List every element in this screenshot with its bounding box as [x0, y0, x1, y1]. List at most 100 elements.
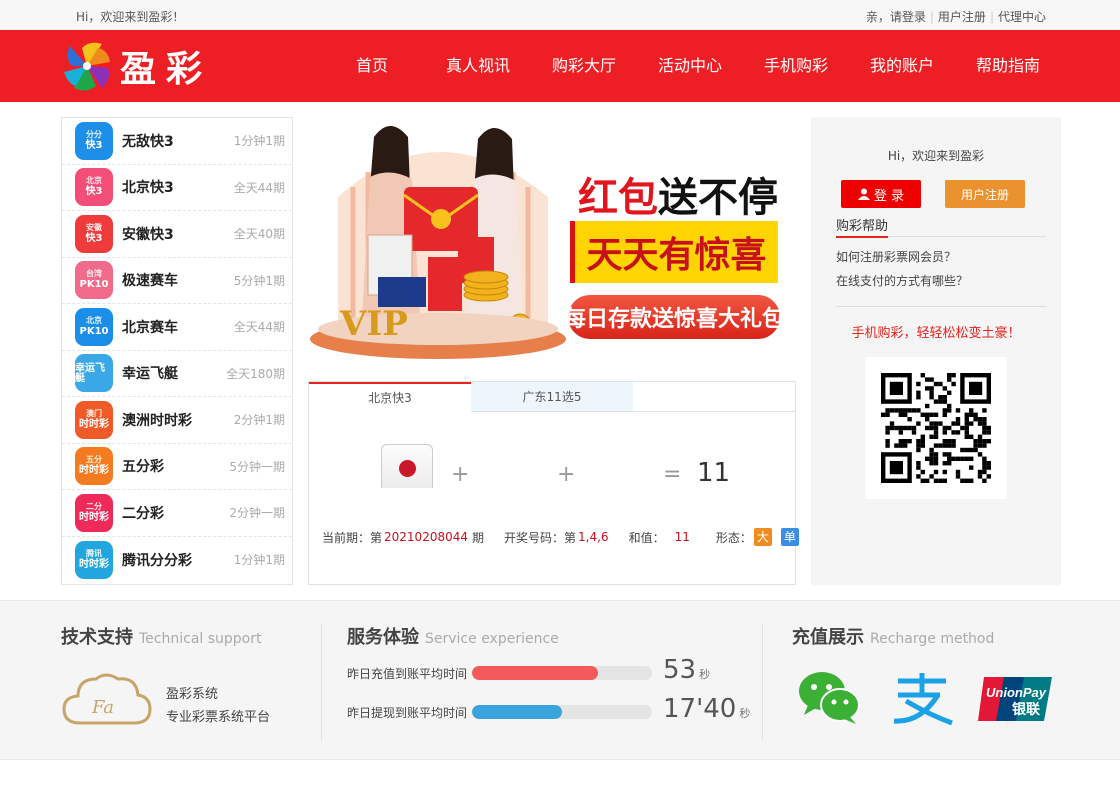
game-name: 安徽快3 — [122, 226, 174, 243]
game-frequency: 5分钟1期 — [233, 273, 285, 288]
game-frequency: 1分钟1期 — [233, 553, 285, 568]
cloud-logo-icon: Fa — [62, 673, 152, 725]
draw-info: 当前期：第 20210208044 期 开奖号码：第 1,4,6 和值： 11 … — [322, 528, 799, 546]
banner-illustration: VIP — [310, 126, 566, 359]
game-frequency: 全天44期 — [233, 320, 285, 335]
service-progress-bar — [472, 666, 652, 680]
game-item-wudi-k3[interactable]: 分分 快3 无敌快3 1分钟1期 — [62, 118, 292, 165]
panel-welcome: Hi，欢迎来到盈彩 — [887, 149, 985, 163]
user-icon — [857, 188, 870, 200]
nav-home[interactable]: 首页 — [356, 30, 388, 102]
tab-beijing-k3[interactable]: 北京快3 — [309, 382, 471, 412]
site-logo[interactable]: 盈彩 — [62, 40, 212, 92]
top-links: 亲，请登录 | 用户注册 | 代理中心 — [866, 8, 1046, 25]
register-link[interactable]: 用户注册 — [938, 8, 986, 25]
game-logo-icon: 北京 快3 — [75, 168, 113, 207]
nav-live-video[interactable]: 真人视讯 — [446, 30, 510, 102]
result-tabs: 北京快3 广东11选5 — [309, 382, 795, 412]
support-text: 盈彩系统 专业彩票系统平台 — [166, 683, 270, 729]
game-item-lucky-airship[interactable]: 幸运飞艇 幸运飞艇 全天180期 — [62, 351, 292, 397]
help-title: 购彩帮助 — [836, 215, 889, 238]
wechat-pay-icon[interactable] — [798, 671, 860, 725]
service-time-value: 17'40 秒 — [663, 694, 751, 724]
banner-promo-pill: 每日存款送惊喜大礼包 — [564, 295, 784, 339]
game-frequency: 2分钟一期 — [229, 506, 285, 521]
system-desc: 专业彩票系统平台 — [166, 710, 271, 725]
separator: | — [989, 9, 994, 24]
badge-odd: 单 — [780, 528, 799, 546]
alipay-icon[interactable] — [890, 671, 954, 725]
qr-code — [865, 357, 1007, 499]
user-panel: Hi，欢迎来到盈彩 登 录 用户注册 购彩帮助 如何注册彩票网会员？ 在线支付的… — [811, 117, 1061, 585]
logo-pinwheel-icon — [64, 42, 110, 91]
game-item-jisu-racing[interactable]: 台湾 PK10 极速赛车 5分钟1期 — [62, 258, 292, 304]
login-button[interactable]: 登 录 — [841, 180, 921, 208]
game-logo-icon: 澳门 时时彩 — [75, 400, 113, 439]
game-item-five-min[interactable]: 五分 时时彩 五分彩 5分钟一期 — [62, 444, 292, 490]
game-frequency: 全天44期 — [233, 180, 285, 195]
agent-center-link[interactable]: 代理中心 — [998, 8, 1046, 25]
svg-text:银联: 银联 — [1012, 701, 1041, 718]
game-logo-icon: 分分 快3 — [75, 121, 113, 160]
badge-big: 大 — [753, 528, 772, 546]
register-button[interactable]: 用户注册 — [945, 180, 1025, 208]
service-progress-fill — [472, 666, 598, 680]
banner-headline: 红包送不停 — [578, 174, 778, 221]
mobile-slogan: 手机购彩，轻轻松松变土豪！ — [851, 326, 1021, 341]
game-name: 北京快3 — [122, 180, 174, 197]
system-name: 盈彩系统 — [166, 687, 219, 702]
game-logo-icon: 二分 时时彩 — [75, 493, 113, 532]
promo-banner[interactable]: VIP 红包送不停 天天有惊喜 每日存款送惊喜大礼包 — [308, 117, 796, 367]
welcome-text: Hi，欢迎来到盈彩！ — [76, 10, 185, 24]
game-name: 极速赛车 — [122, 273, 178, 290]
svg-text:UnionPay: UnionPay — [986, 685, 1047, 700]
game-logo-icon: 腾讯 时时彩 — [75, 540, 113, 579]
vip-text: VIP — [339, 304, 408, 344]
service-title: 服务体验 Service experience — [347, 627, 559, 648]
draw-sum: 11 — [674, 530, 690, 544]
top-bar: Hi，欢迎来到盈彩！ 亲，请登录 | 用户注册 | 代理中心 — [0, 0, 1120, 30]
game-logo-icon: 幸运飞艇 — [75, 354, 113, 393]
game-name: 二分彩 — [122, 505, 164, 522]
sum-value: 11 — [697, 458, 731, 488]
login-link[interactable]: 亲，请登录 — [866, 8, 926, 25]
game-item-beijing-k3[interactable]: 北京 快3 北京快3 全天44期 — [62, 165, 292, 211]
game-name: 北京赛车 — [122, 319, 178, 336]
nav-promotions[interactable]: 活动中心 — [658, 30, 722, 102]
main-header: 盈彩 首页 真人视讯 购彩大厅 活动中心 手机购彩 我的账户 帮助指南 — [0, 30, 1120, 102]
svg-text:Fa: Fa — [91, 697, 114, 718]
help-question-register[interactable]: 如何注册彩票网会员？ — [836, 248, 956, 265]
game-item-beijing-racing[interactable]: 北京 PK10 北京赛车 全天44期 — [62, 304, 292, 351]
nav-lottery-hall[interactable]: 购彩大厅 — [552, 30, 616, 102]
game-item-two-min[interactable]: 二分 时时彩 二分彩 2分钟一期 — [62, 490, 292, 537]
nav-help[interactable]: 帮助指南 — [976, 30, 1040, 102]
game-item-tencent-ffc[interactable]: 腾讯 时时彩 腾讯分分彩 1分钟1期 — [62, 537, 292, 584]
period-number: 20210208044 — [384, 530, 468, 544]
unionpay-icon[interactable]: UnionPay 银联 — [978, 675, 1052, 723]
game-name: 无敌快3 — [122, 133, 174, 150]
help-question-payment[interactable]: 在线支付的方式有哪些？ — [836, 272, 968, 289]
banner-subheadline: 天天有惊喜 — [570, 221, 778, 283]
recharge-title: 充值展示 Recharge method — [792, 627, 995, 648]
nav-mobile[interactable]: 手机购彩 — [764, 30, 828, 102]
equals-sign: = — [663, 462, 682, 487]
game-name: 腾讯分分彩 — [122, 552, 192, 569]
plus-sign: + — [451, 462, 470, 487]
game-name: 五分彩 — [122, 459, 164, 476]
game-logo-icon: 北京 PK10 — [75, 307, 113, 346]
game-logo-icon: 五分 时时彩 — [75, 447, 113, 486]
game-logo-icon: 台湾 PK10 — [75, 261, 113, 300]
game-frequency: 1分钟1期 — [233, 134, 285, 149]
game-item-anhui-k3[interactable]: 安徽 快3 安徽快3 全天40期 — [62, 211, 292, 258]
game-frequency: 全天180期 — [226, 366, 285, 381]
game-item-aozhou-ssc[interactable]: 澳门 时时彩 澳洲时时彩 2分钟1期 — [62, 397, 292, 444]
game-frequency: 2分钟1期 — [233, 413, 285, 428]
service-progress-bar — [472, 705, 652, 719]
nav-my-account[interactable]: 我的账户 — [870, 30, 934, 102]
tab-guangdong-11x5[interactable]: 广东11选5 — [471, 382, 633, 412]
plus-sign: + — [557, 462, 576, 487]
footer-band: 技术支持 Technical support Fa 盈彩系统 专业彩票系统平台 服… — [0, 600, 1120, 760]
dice-icon — [381, 444, 433, 488]
game-frequency: 5分钟一期 — [229, 459, 285, 474]
service-progress-fill — [472, 705, 562, 719]
